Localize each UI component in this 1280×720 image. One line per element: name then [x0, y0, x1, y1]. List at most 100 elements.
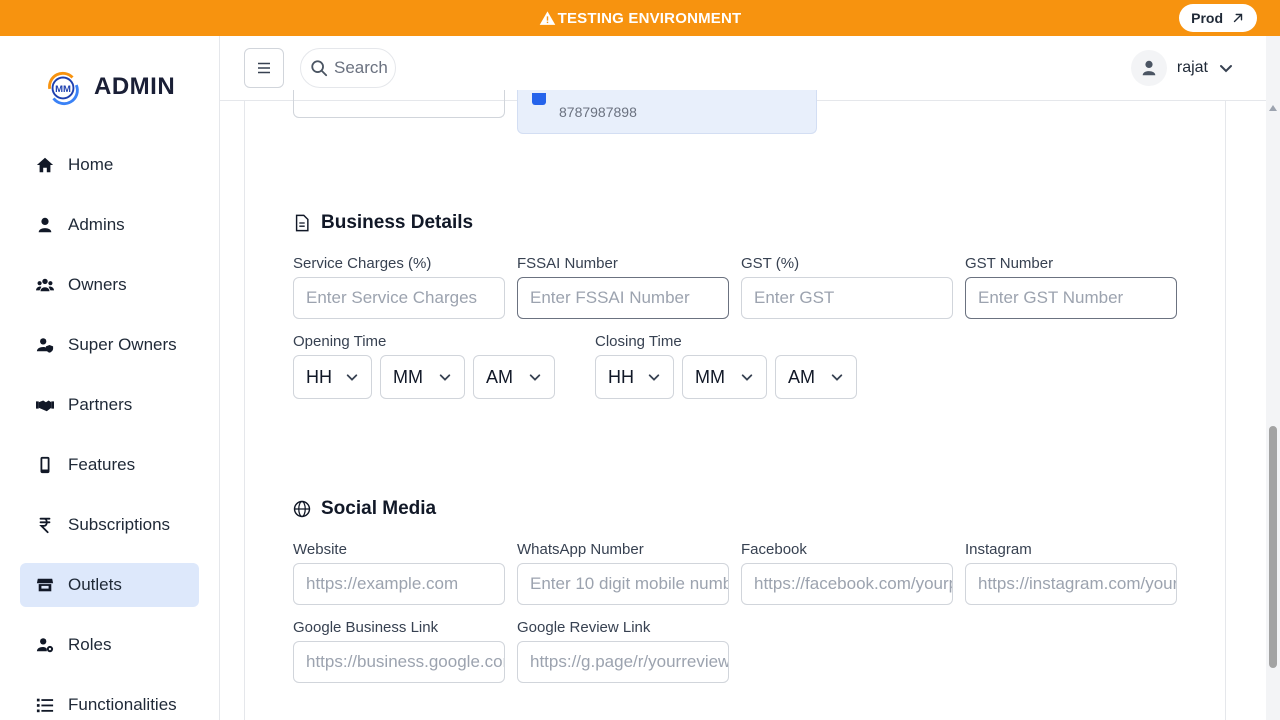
facebook-input[interactable]: https://facebook.com/yourpage: [741, 563, 953, 605]
select-value: MM: [393, 366, 423, 387]
chevron-down-icon: [1220, 65, 1232, 73]
service-charges-input[interactable]: Enter Service Charges: [293, 277, 505, 319]
input-placeholder: https://g.page/r/yourreview: [530, 652, 729, 671]
whatsapp-input[interactable]: Enter 10 digit mobile number: [517, 563, 729, 605]
chevron-down-icon: [529, 374, 541, 381]
select-value: AM: [486, 366, 513, 387]
avatar: [1130, 50, 1167, 86]
sidebar-item-label: Super Owners: [68, 335, 177, 354]
section-title-text: Social Media: [321, 498, 437, 519]
input-placeholder: https://business.google.com: [306, 652, 505, 671]
brand-name: ADMIN: [94, 73, 176, 100]
instagram-input[interactable]: https://instagram.com/yourpage: [965, 563, 1177, 605]
opening-hour-select[interactable]: HH: [293, 355, 372, 399]
list-icon: [36, 696, 54, 714]
search-button[interactable]: Search: [300, 48, 396, 88]
sidebar-item-label: Subscriptions: [68, 515, 171, 534]
contact-phone: 8787987898: [559, 104, 637, 120]
globe-icon: [293, 500, 311, 518]
username: rajat: [1176, 59, 1208, 76]
select-value: HH: [608, 366, 634, 387]
sidebar-item-subscriptions[interactable]: Subscriptions: [20, 503, 199, 547]
sidebar-item-label: Roles: [68, 635, 112, 654]
contact-checkbox[interactable]: [532, 93, 546, 105]
user-avatar-icon: [1142, 60, 1156, 76]
input-placeholder: https://instagram.com/yourpage: [978, 574, 1177, 593]
service-charges-label: Service Charges (%): [293, 255, 432, 272]
chevron-down-icon: [439, 374, 451, 381]
google-review-input[interactable]: https://g.page/r/yourreview: [517, 641, 729, 683]
hamburger-icon: [258, 62, 270, 74]
chevron-down-icon: [346, 374, 358, 381]
scroll-up-arrow-icon[interactable]: [1269, 105, 1277, 111]
chevron-down-icon: [831, 374, 843, 381]
select-value: MM: [695, 366, 725, 387]
website-input[interactable]: https://example.com: [293, 563, 505, 605]
google-review-label: Google Review Link: [517, 619, 651, 636]
scroll-thumb[interactable]: [1269, 426, 1277, 668]
sidebar-item-super-owners[interactable]: Super Owners: [20, 323, 199, 367]
sidebar-item-label: Home: [68, 155, 114, 174]
fssai-label: FSSAI Number: [517, 255, 618, 272]
page-scrollbar[interactable]: [1266, 36, 1280, 720]
banner-message: TESTING ENVIRONMENT: [539, 10, 742, 27]
warning-icon: [539, 10, 555, 25]
input-placeholder: Enter GST: [754, 288, 835, 307]
logo-letters: MM: [55, 84, 71, 95]
select-value: AM: [788, 366, 815, 387]
google-business-input[interactable]: https://business.google.com: [293, 641, 505, 683]
input-placeholder: Enter Service Charges: [306, 288, 478, 307]
prod-link-button[interactable]: Prod: [1179, 4, 1257, 32]
fssai-input[interactable]: Enter FSSAI Number: [517, 277, 729, 319]
closing-ampm-select[interactable]: AM: [775, 355, 857, 399]
opening-minute-select[interactable]: MM: [380, 355, 465, 399]
search-icon: [311, 60, 328, 77]
sidebar-item-owners[interactable]: Owners: [20, 263, 199, 307]
contact-option-card[interactable]: 8787987898: [517, 90, 817, 134]
sidebar-item-label: Features: [68, 455, 136, 474]
user-menu[interactable]: rajat: [1130, 50, 1234, 86]
rupee-icon: [36, 516, 54, 534]
opening-ampm-select[interactable]: AM: [473, 355, 555, 399]
closing-minute-select[interactable]: MM: [682, 355, 767, 399]
search-placeholder: Search: [334, 58, 388, 77]
section-title-text: Business Details: [321, 212, 474, 233]
sidebar-item-label: Owners: [68, 275, 127, 294]
facebook-label: Facebook: [741, 541, 807, 558]
sidebar-item-outlets[interactable]: Outlets: [20, 563, 199, 607]
address-textarea[interactable]: [293, 90, 505, 118]
external-link-icon: [1233, 13, 1243, 23]
gst-number-input[interactable]: Enter GST Number: [965, 277, 1177, 319]
sidebar-item-functionalities[interactable]: Functionalities: [20, 683, 199, 720]
sidebar: MM ADMIN Home Admins Owners Super Owners…: [0, 36, 220, 720]
store-icon: [36, 576, 54, 594]
menu-toggle-button[interactable]: [244, 48, 284, 88]
gst-input[interactable]: Enter GST: [741, 277, 953, 319]
sidebar-item-label: Functionalities: [68, 695, 177, 714]
sidebar-item-label: Outlets: [68, 575, 122, 594]
mobile-icon: [36, 456, 54, 474]
prod-label: Prod: [1191, 10, 1223, 26]
sidebar-item-roles[interactable]: Roles: [20, 623, 199, 667]
instagram-label: Instagram: [965, 541, 1032, 558]
sidebar-item-partners[interactable]: Partners: [20, 383, 199, 427]
opening-time-label: Opening Time: [293, 333, 387, 350]
logo-icon: MM: [44, 68, 82, 106]
input-placeholder: Enter 10 digit mobile number: [530, 574, 729, 593]
home-icon: [36, 156, 54, 174]
website-label: Website: [293, 541, 347, 558]
brand-logo[interactable]: MM ADMIN: [44, 68, 175, 106]
input-placeholder: Enter GST Number: [978, 288, 1124, 307]
gst-label: GST (%): [741, 255, 800, 272]
users-icon: [36, 276, 54, 294]
input-placeholder: https://facebook.com/yourpage: [754, 574, 952, 593]
gst-number-label: GST Number: [965, 255, 1054, 272]
sidebar-item-admins[interactable]: Admins: [20, 203, 199, 247]
sidebar-item-home[interactable]: Home: [20, 143, 199, 187]
user-shield-icon: [36, 336, 54, 354]
closing-hour-select[interactable]: HH: [595, 355, 674, 399]
input-placeholder: https://example.com: [306, 574, 459, 593]
user-gear-icon: [36, 636, 54, 654]
sidebar-item-features[interactable]: Features: [20, 443, 199, 487]
sidebar-item-label: Partners: [68, 395, 133, 414]
